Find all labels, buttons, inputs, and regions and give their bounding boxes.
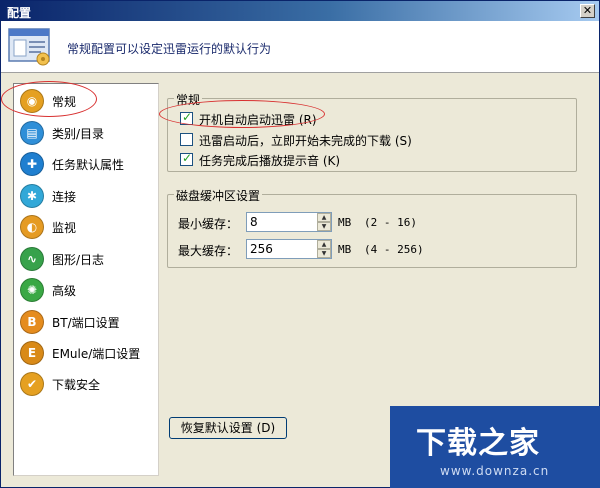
annotation-oval bbox=[1, 81, 97, 117]
emule-port-icon: E bbox=[20, 341, 44, 365]
annotation-oval bbox=[159, 100, 325, 128]
sidebar-item-task-defaults[interactable]: ✚ 任务默认属性 bbox=[18, 150, 156, 178]
max-cache-range: (4 - 256) bbox=[364, 243, 424, 256]
sidebar-item-connection[interactable]: ✱ 连接 bbox=[18, 182, 156, 210]
title-bar[interactable]: 配置 ✕ bbox=[1, 1, 599, 21]
sidebar-item-emule-port[interactable]: E EMule/端口设置 bbox=[18, 339, 156, 367]
sidebar-item-label: EMule/端口设置 bbox=[52, 347, 141, 361]
sidebar-item-label: 监视 bbox=[52, 221, 77, 235]
check-icon: ✓ bbox=[182, 151, 193, 165]
sidebar-item-download-security[interactable]: ✔ 下载安全 bbox=[18, 370, 156, 398]
graph-log-icon: ∿ bbox=[20, 247, 44, 271]
close-button[interactable]: ✕ bbox=[580, 4, 595, 18]
config-window: 配置 ✕ 常规配置可以设定迅雷运行的默认行为 ◉ 常规 ▤ 类别/目录 ✚ 任务… bbox=[0, 0, 600, 488]
sidebar-item-label: 类别/目录 bbox=[52, 127, 105, 141]
play-sound-checkbox[interactable]: ✓ bbox=[180, 151, 193, 166]
play-sound-label: 任务完成后播放提示音 (K) bbox=[199, 154, 341, 168]
sidebar-item-advanced[interactable]: ✺ 高级 bbox=[18, 276, 156, 304]
sidebar-item-label: 任务默认属性 bbox=[52, 158, 125, 172]
sidebar-item-category-directory[interactable]: ▤ 类别/目录 bbox=[18, 119, 156, 147]
header-banner: 常规配置可以设定迅雷运行的默认行为 bbox=[1, 21, 599, 73]
max-cache-label: 最大缓存： bbox=[178, 244, 239, 258]
sidebar-item-label: BT/端口设置 bbox=[52, 316, 120, 330]
task-properties-icon: ✚ bbox=[20, 152, 44, 176]
resume-downloads-label: 迅雷启动后，立即开始未完成的下载 (S) bbox=[199, 134, 412, 148]
sidebar-item-monitor[interactable]: ◐ 监视 bbox=[18, 213, 156, 241]
watermark-logo: 下载之家 www.downza.cn bbox=[390, 406, 600, 488]
resume-downloads-checkbox[interactable] bbox=[180, 133, 193, 146]
sidebar-item-label: 图形/日志 bbox=[52, 253, 105, 267]
max-cache-value: 256 bbox=[250, 242, 273, 256]
max-cache-unit: MB bbox=[338, 243, 352, 256]
security-icon: ✔ bbox=[20, 372, 44, 396]
settings-category-list: ◉ 常规 ▤ 类别/目录 ✚ 任务默认属性 ✱ 连接 ◐ 监视 ∿ 图形/日志 … bbox=[13, 83, 159, 476]
bt-port-icon: B bbox=[20, 310, 44, 334]
spin-up-icon[interactable]: ▲ bbox=[317, 240, 331, 249]
spin-up-icon[interactable]: ▲ bbox=[317, 213, 331, 222]
min-cache-label: 最小缓存： bbox=[178, 217, 239, 231]
watermark-url: www.downza.cn bbox=[440, 464, 550, 478]
sidebar-item-bt-port[interactable]: B BT/端口设置 bbox=[18, 308, 156, 336]
header-description: 常规配置可以设定迅雷运行的默认行为 bbox=[67, 42, 272, 56]
sidebar-item-label: 连接 bbox=[52, 190, 77, 204]
close-icon: ✕ bbox=[582, 4, 593, 17]
folder-icon: ▤ bbox=[20, 121, 44, 145]
monitor-icon: ◐ bbox=[20, 215, 44, 239]
watermark-logo-text: 下载之家 bbox=[416, 426, 540, 461]
min-cache-value: 8 bbox=[250, 215, 258, 229]
disk-cache-group-title: 磁盘缓冲区设置 bbox=[174, 187, 263, 204]
spin-down-icon[interactable]: ▼ bbox=[317, 249, 331, 258]
settings-window-icon bbox=[8, 28, 50, 66]
min-cache-range: (2 - 16) bbox=[364, 216, 417, 229]
disk-cache-group: 磁盘缓冲区设置 最小缓存： 8 ▲ ▼ MB (2 - 16) 最大缓存： 25… bbox=[167, 187, 577, 268]
advanced-icon: ✺ bbox=[20, 278, 44, 302]
spin-down-icon[interactable]: ▼ bbox=[317, 222, 331, 231]
connection-icon: ✱ bbox=[20, 184, 44, 208]
window-title: 配置 bbox=[7, 6, 32, 20]
min-cache-unit: MB bbox=[338, 216, 352, 229]
max-cache-spinner[interactable]: 256 ▲ ▼ bbox=[246, 239, 332, 259]
min-cache-spinner[interactable]: 8 ▲ ▼ bbox=[246, 212, 332, 232]
restore-defaults-button[interactable]: 恢复默认设置 (D) bbox=[169, 417, 287, 439]
sidebar-item-label: 下载安全 bbox=[52, 378, 101, 392]
sidebar-item-graph-log[interactable]: ∿ 图形/日志 bbox=[18, 245, 156, 273]
sidebar-item-label: 高级 bbox=[52, 284, 77, 298]
